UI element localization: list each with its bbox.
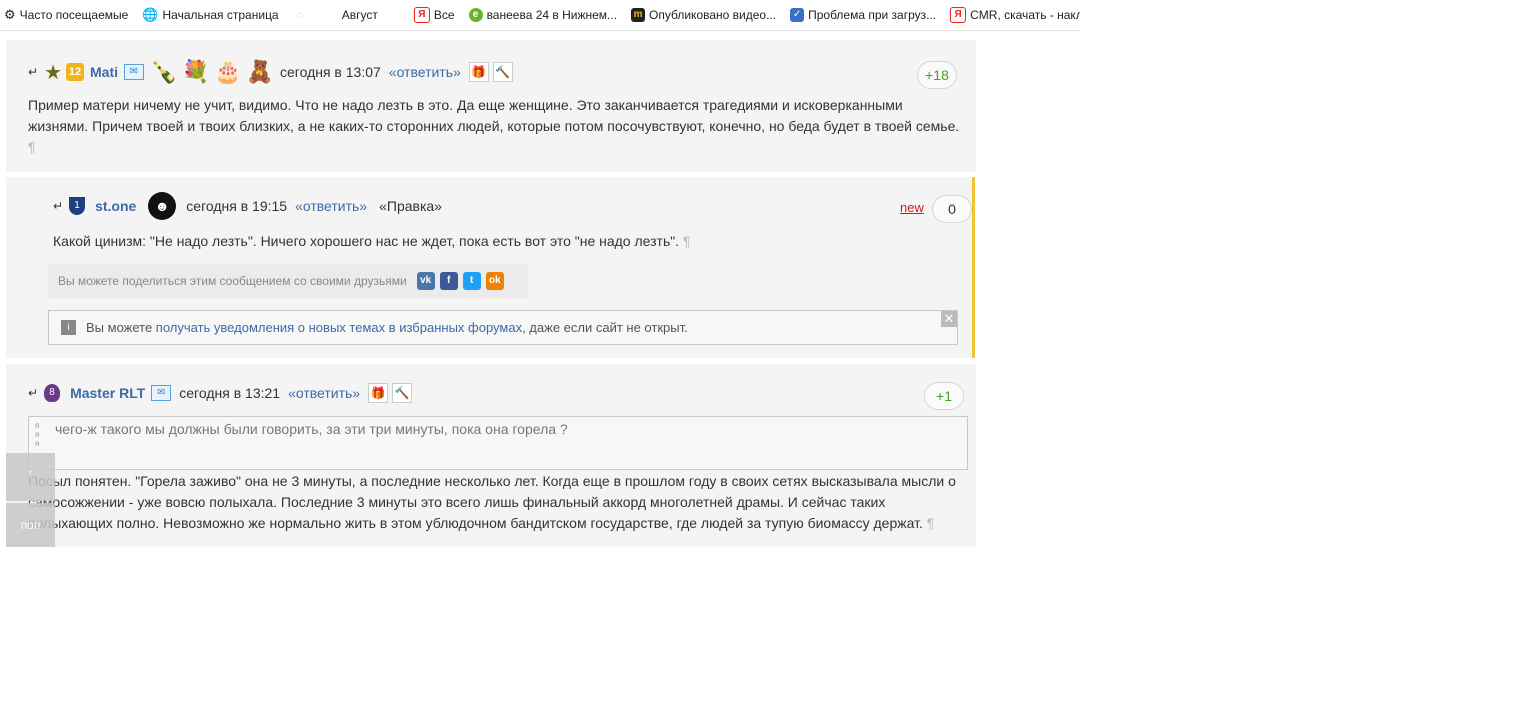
teddy-bear-gift-icon[interactable]: 🧸 bbox=[246, 57, 273, 87]
yandex-icon: Я bbox=[950, 7, 967, 23]
bookmarks-bar: ⚙ Часто посещаемые 🌐 Начальная страница … bbox=[0, 0, 1080, 30]
pilcrow-link[interactable]: ¶ bbox=[927, 515, 935, 531]
comment-text: Пример матери ничему не учит, видимо. Чт… bbox=[28, 97, 960, 155]
bookmark-problem[interactable]: ✓ Проблема при загруз... bbox=[790, 8, 936, 22]
m-icon: m bbox=[631, 8, 646, 22]
bottle-gift-icon[interactable]: 🍾 bbox=[150, 57, 177, 87]
comment-master-rlt: ↵ 8 Master RLT ✉ сегодня в 13:21 «ответи… bbox=[6, 364, 976, 547]
star-icon: ★ bbox=[44, 61, 62, 84]
gavel-icon[interactable]: 🔨 bbox=[392, 383, 413, 403]
bookmark-august[interactable]: ◌ Август bbox=[297, 8, 378, 22]
edit-link[interactable]: «Правка» bbox=[379, 198, 442, 214]
mail-icon[interactable]: ✉ bbox=[151, 385, 172, 401]
rank-emblem-icon: 8 bbox=[44, 384, 61, 402]
reply-link[interactable]: «ответить» bbox=[288, 385, 360, 401]
vote-counter[interactable]: 0 bbox=[932, 195, 972, 223]
gavel-icon[interactable]: 🔨 bbox=[492, 62, 513, 82]
reply-link[interactable]: «ответить» bbox=[295, 198, 367, 214]
scroll-up-button[interactable]: ↑ bbox=[6, 453, 55, 501]
share-panel: Вы можете поделиться этим сообщением со … bbox=[48, 264, 528, 298]
comment-time[interactable]: сегодня в 13:07 bbox=[280, 64, 381, 80]
info-icon: i bbox=[61, 320, 76, 335]
bookmark-cmr[interactable]: Я CMR, скачать - накла... bbox=[950, 7, 1080, 23]
popular-button[interactable]: поп bbox=[6, 503, 55, 547]
comment-text: Какой цинизм: "Не надо лезть". Ничего хо… bbox=[53, 233, 691, 249]
notification-notice: i Вы можете получать уведомления о новых… bbox=[48, 310, 958, 345]
bookmarks-divider bbox=[0, 30, 1080, 31]
comment-time[interactable]: сегодня в 13:21 bbox=[179, 385, 280, 401]
share-label: Вы можете поделиться этим сообщением со … bbox=[58, 274, 407, 288]
notice-link[interactable]: получать уведомления о новых темах в изб… bbox=[156, 320, 522, 335]
author-name[interactable]: Mati bbox=[90, 64, 118, 80]
comment-time[interactable]: сегодня в 19:15 bbox=[186, 198, 287, 214]
rank-shield-icon: 1 bbox=[69, 197, 86, 215]
flowers-gift-icon[interactable]: 💐 bbox=[182, 57, 209, 87]
gift-box-icon[interactable]: 🎁 bbox=[468, 62, 489, 82]
green-leaf-icon: e bbox=[468, 8, 483, 22]
quote-text: чего-ж такого мы должны были говорить, з… bbox=[55, 421, 568, 437]
odnoklassniki-icon[interactable]: ok bbox=[485, 272, 504, 290]
vote-counter[interactable]: +18 bbox=[917, 61, 957, 89]
pilcrow-link[interactable]: ¶ bbox=[28, 139, 36, 155]
comment-mati: ↵ ★ 12 Mati ✉ 🍾 💐 🎂 🧸 сегодня в 13:07 «о… bbox=[6, 40, 976, 172]
reply-arrow-icon[interactable]: ↵ bbox=[28, 65, 38, 79]
pilcrow-link[interactable]: ¶ bbox=[683, 233, 691, 249]
author-name[interactable]: st.one bbox=[95, 198, 136, 214]
bookmark-frequent[interactable]: ⚙ Часто посещаемые bbox=[4, 7, 128, 23]
notice-text: Вы можете получать уведомления о новых т… bbox=[86, 320, 688, 335]
new-badge[interactable]: new bbox=[900, 200, 924, 215]
vk-icon[interactable]: vk bbox=[416, 272, 435, 290]
close-icon[interactable]: ✕ bbox=[941, 311, 957, 327]
comment-st-one: ↵ 1 st.one ☻ сегодня в 19:15 «ответить» … bbox=[6, 177, 975, 358]
author-name[interactable]: Master RLT bbox=[70, 385, 145, 401]
comment-text: Посыл понятен. "Горела заживо" она не 3 … bbox=[28, 473, 956, 531]
vote-counter[interactable]: +1 bbox=[924, 382, 964, 410]
avatar[interactable]: ☻ bbox=[148, 192, 177, 220]
page-icon: ✓ bbox=[790, 8, 805, 22]
globe-icon: 🌐 bbox=[142, 7, 159, 22]
reply-arrow-icon[interactable]: ↵ bbox=[28, 386, 38, 400]
bookmark-all[interactable]: Я Все bbox=[413, 7, 455, 23]
bookmark-video[interactable]: m Опубликовано видео... bbox=[631, 8, 776, 22]
facebook-icon[interactable]: f bbox=[439, 272, 458, 290]
bookmark-home[interactable]: 🌐 Начальная страница bbox=[142, 7, 278, 23]
quote-block: яяя чего-ж такого мы должны были говорит… bbox=[28, 416, 968, 470]
quote-marks-icon: яяя bbox=[35, 421, 40, 448]
gear-icon: ⚙ bbox=[4, 7, 16, 22]
rank-badge: 12 bbox=[66, 63, 84, 81]
cake-gift-icon[interactable]: 🎂 bbox=[214, 57, 241, 87]
twitter-icon[interactable]: t bbox=[462, 272, 481, 290]
reply-arrow-icon[interactable]: ↵ bbox=[53, 199, 63, 213]
reply-link[interactable]: «ответить» bbox=[389, 64, 461, 80]
gift-box-icon[interactable]: 🎁 bbox=[368, 383, 389, 403]
yandex-icon: Я bbox=[413, 7, 430, 23]
mail-icon[interactable]: ✉ bbox=[124, 64, 144, 80]
spinner-icon: ◌ bbox=[296, 8, 304, 22]
bookmark-vaneeva[interactable]: e ванеева 24 в Нижнем... bbox=[468, 8, 617, 22]
